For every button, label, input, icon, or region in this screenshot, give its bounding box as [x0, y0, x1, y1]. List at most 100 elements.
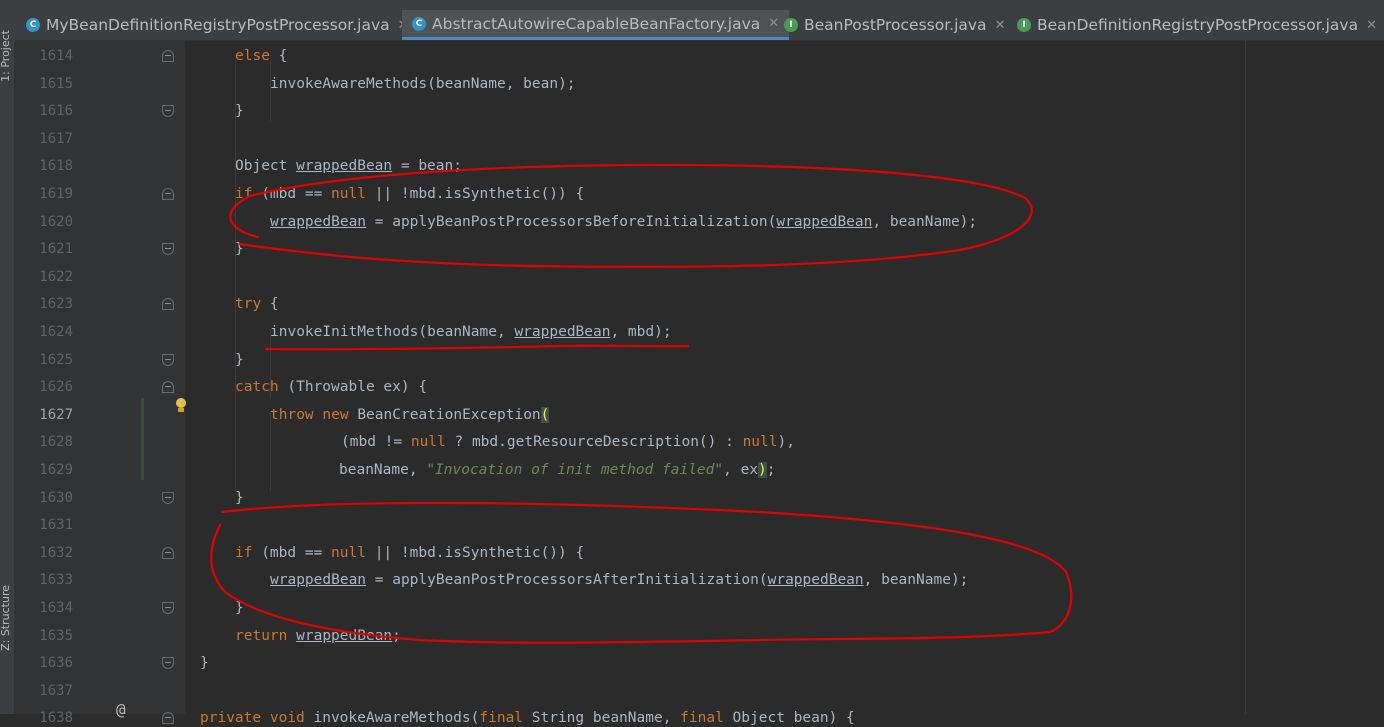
variable-token: wrappedBean — [296, 158, 393, 175]
code-line[interactable]: else { — [235, 47, 287, 65]
code-token: String beanName, — [523, 710, 681, 727]
code-line[interactable]: } — [235, 351, 244, 369]
code-editor[interactable]: else { invokeAwareMethods(beanName, bean)… — [185, 41, 1384, 726]
code-line[interactable]: wrappedBean = applyBeanPostProcessorsAft… — [270, 571, 968, 589]
line-number[interactable]: 1634 — [23, 599, 73, 617]
fold-marker-icon[interactable] — [162, 50, 174, 62]
code-line[interactable]: } — [235, 599, 244, 617]
line-number[interactable]: 1616 — [23, 102, 73, 120]
fold-marker-icon[interactable] — [162, 298, 174, 311]
line-number[interactable]: 1637 — [23, 682, 73, 700]
keyword-token: try — [235, 296, 262, 313]
code-token: (mbd == — [252, 544, 332, 561]
keyword-token: null — [742, 434, 778, 451]
line-number[interactable]: 1619 — [23, 185, 73, 203]
line-number[interactable]: 1630 — [23, 489, 73, 507]
code-token: } — [200, 655, 209, 672]
line-number[interactable]: 1625 — [23, 351, 73, 369]
line-number[interactable]: 1622 — [23, 268, 73, 286]
variable-token: wrappedBean — [767, 572, 864, 589]
fold-marker-icon[interactable] — [162, 712, 174, 725]
code-line[interactable]: } — [235, 240, 244, 258]
code-token: } — [235, 600, 244, 616]
tab-abstract-autowire-capable-bean-factory[interactable]: C AbstractAutowireCapableBeanFactory.jav… — [402, 10, 790, 40]
code-line[interactable]: try { — [235, 295, 279, 313]
code-line[interactable]: Object wrappedBean = bean; — [235, 157, 462, 175]
keyword-token: catch — [235, 379, 279, 396]
variable-token: wrappedBean — [776, 213, 873, 230]
close-icon[interactable]: ✕ — [1366, 18, 1377, 33]
fold-marker-icon[interactable] — [162, 546, 174, 559]
fold-marker-icon[interactable] — [162, 353, 174, 366]
structure-tool-button[interactable]: Z: Structure — [0, 585, 12, 651]
fold-marker-icon[interactable] — [162, 381, 174, 394]
line-number[interactable]: 1629 — [23, 461, 73, 479]
keyword-token: final — [479, 710, 524, 727]
code-token: } — [235, 241, 244, 258]
code-line[interactable]: invokeInitMethods(beanName, wrappedBean,… — [270, 323, 672, 341]
code-line[interactable]: wrappedBean = applyBeanPostProcessorsBef… — [270, 213, 977, 231]
code-line[interactable]: beanName, "Invocation of init method fai… — [339, 461, 776, 479]
line-number[interactable]: 1615 — [23, 75, 73, 93]
code-line[interactable]: throw new BeanCreationException( — [270, 406, 550, 424]
keyword-token: final — [680, 710, 724, 727]
close-icon[interactable]: ✕ — [995, 18, 1006, 33]
code-line[interactable]: invokeAwareMethods(beanName, bean); — [270, 75, 576, 93]
tab-bean-post-processor[interactable]: I BeanPostProcessor.java ✕ — [784, 10, 1005, 40]
line-number[interactable]: 1621 — [23, 240, 73, 258]
line-number[interactable]: 1636 — [23, 654, 73, 672]
keyword-token: if — [235, 544, 253, 561]
code-line[interactable]: if (mbd == null || !mbd.isSynthetic()) { — [235, 544, 584, 562]
fold-marker-icon[interactable] — [162, 188, 174, 200]
line-number[interactable]: 1627 — [23, 406, 73, 424]
code-token: || !mbd.isSynthetic()) { — [365, 544, 585, 561]
code-token: (Throwable ex) { — [278, 379, 428, 396]
code-line[interactable]: if (mbd == null || !mbd.isSynthetic()) { — [235, 185, 584, 203]
code-line[interactable]: } — [200, 654, 209, 672]
line-number[interactable]: 1614 — [23, 47, 73, 65]
line-number[interactable]: 1624 — [23, 323, 73, 341]
tab-label: BeanDefinitionRegistryPostProcessor.java — [1037, 16, 1359, 34]
editor-gutter[interactable]: 1614 1615 1616 1617 1618 1619 1620 1621 1622 1623… — [15, 41, 185, 726]
close-icon[interactable]: ✕ — [768, 16, 779, 31]
code-token: } — [235, 351, 244, 368]
vcs-change-marker[interactable] — [141, 398, 144, 480]
line-number[interactable]: 1626 — [23, 378, 73, 396]
line-number[interactable]: 1635 — [23, 627, 73, 645]
line-number[interactable]: 1617 — [23, 130, 73, 148]
line-number[interactable]: 1638 — [23, 709, 73, 727]
code-token: invokeAwareMethods( — [304, 710, 480, 727]
code-token: , beanName); — [872, 213, 978, 230]
code-line[interactable]: catch (Throwable ex) { — [235, 378, 427, 396]
fold-marker-icon[interactable] — [162, 491, 174, 504]
variable-token: wrappedBean — [296, 627, 393, 644]
code-line[interactable]: (mbd != null ? mbd.getResourceDescriptio… — [341, 433, 795, 451]
fold-marker-icon[interactable] — [162, 243, 174, 256]
project-tool-button[interactable]: 1: Project — [0, 30, 12, 82]
code-line[interactable]: } — [235, 102, 244, 120]
fold-marker-icon[interactable] — [162, 657, 174, 670]
override-marker-icon[interactable]: @ — [116, 700, 126, 719]
code-line[interactable]: } — [235, 489, 244, 507]
tab-bean-definition-registry-post-processor[interactable]: I BeanDefinitionRegistryPostProcessor.ja… — [1017, 10, 1377, 40]
tab-my-bean-definition-registry-post-processor[interactable]: C MyBeanDefinitionRegistryPostProcessor.… — [26, 10, 409, 40]
fold-marker-icon[interactable] — [162, 602, 174, 614]
string-token: "Invocation of init method failed" — [426, 462, 724, 478]
line-number[interactable]: 1631 — [23, 516, 73, 534]
fold-marker-icon[interactable] — [162, 105, 174, 118]
line-number[interactable]: 1632 — [23, 544, 73, 562]
line-number[interactable]: 1633 — [23, 571, 73, 589]
line-number[interactable]: 1623 — [23, 295, 73, 313]
code-token: Object bean) { — [723, 710, 855, 727]
line-number[interactable]: 1628 — [23, 433, 73, 451]
code-token: Object — [235, 158, 297, 175]
indent-guide — [270, 61, 271, 121]
code-token: (mbd != — [341, 434, 411, 451]
code-line[interactable]: return wrappedBean; — [235, 627, 401, 645]
code-token: } — [235, 489, 244, 506]
line-number[interactable]: 1620 — [23, 213, 73, 231]
keyword-token: throw — [270, 406, 314, 423]
code-line[interactable]: private void invokeAwareMethods(final St… — [200, 709, 855, 727]
keyword-token: null — [331, 186, 366, 202]
line-number[interactable]: 1618 — [23, 157, 73, 175]
